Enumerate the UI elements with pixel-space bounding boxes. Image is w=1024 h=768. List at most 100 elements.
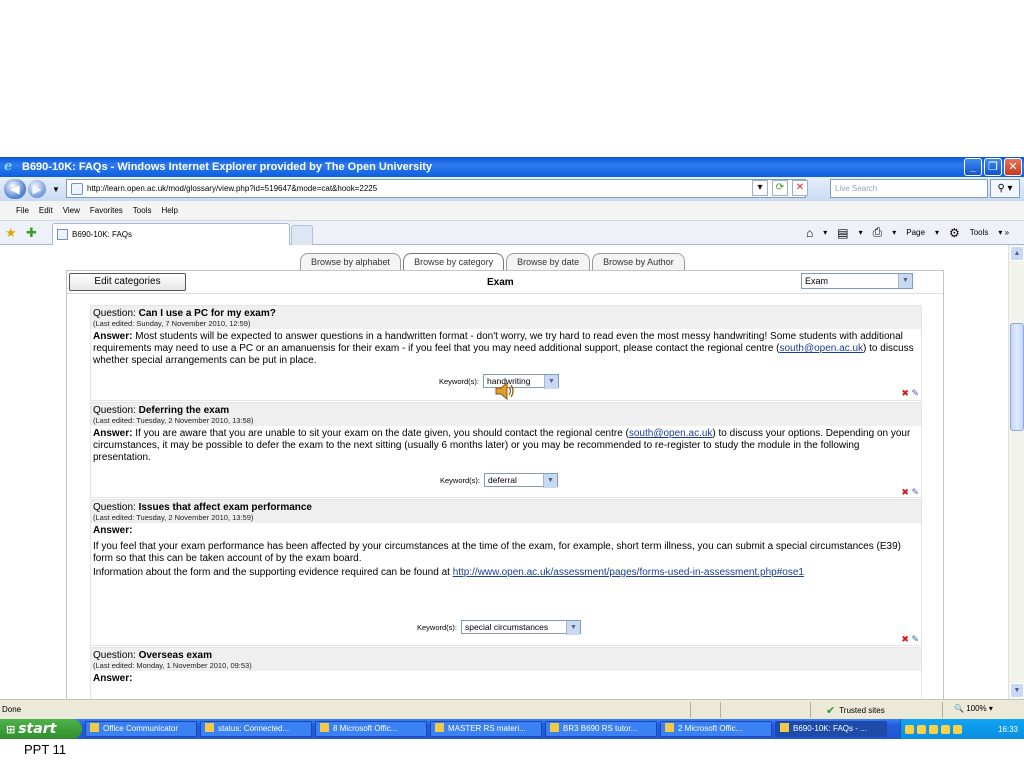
last-edited: (Last edited: Tuesday, 2 November 2010, … [93,416,254,425]
status-text: Done [2,705,22,714]
menu-file[interactable]: File [16,206,29,215]
keyword-label: Keyword(s): [417,622,458,632]
assessment-link[interactable]: http://www.open.ac.uk/assessment/pages/f… [453,567,804,578]
system-tray: 16:33 [900,719,1024,739]
favorites-star-icon[interactable]: ★ [5,225,17,241]
close-button[interactable]: ✕ [1004,158,1022,176]
forward-button[interactable]: ▶ [28,180,46,198]
glossary-entry: Question: Issues that affect exam perfor… [90,499,922,646]
vertical-scrollbar[interactable]: ▲ ▼ [1008,245,1024,699]
keyword-label: Keyword(s): [440,475,481,485]
ie-logo-icon: e [4,159,13,174]
chevron-down-icon: ▼ [544,375,559,389]
menu-view[interactable]: View [63,206,80,215]
tab-browse-author[interactable]: Browse by Author [592,253,685,270]
zoom-level[interactable]: 🔍 100% ▾ [954,704,993,713]
start-button[interactable]: ⊞ start [0,719,82,739]
scroll-thumb[interactable] [1010,323,1024,431]
glossary-panel: Edit categories Exam Exam ▼ Question: Ca… [66,270,944,699]
question-title: Can I use a PC for my exam? [138,308,276,319]
add-favorite-icon[interactable]: ✚ [26,225,37,241]
taskbar-item[interactable]: status: Connected... [200,721,312,737]
tab-title: B690-10K: FAQs [72,230,133,239]
last-edited: (Last edited: Monday, 1 November 2010, 0… [93,661,252,670]
refresh-icon[interactable]: ⟳ [772,180,788,196]
edit-icon[interactable]: ✎ [911,634,919,644]
page-icon [57,229,68,240]
browser-window: e B690-10K: FAQs - Windows Internet Expl… [0,157,1024,739]
minimize-button[interactable]: _ [964,158,982,176]
windows-logo-icon: ⊞ [6,723,16,736]
window-title: B690-10K: FAQs - Windows Internet Explor… [22,161,433,173]
question-title: Overseas exam [138,650,212,661]
page-icon [71,182,83,195]
tray-icon[interactable] [929,724,938,734]
home-icon[interactable]: ⌂ [806,226,813,240]
edit-icon[interactable]: ✎ [911,388,919,398]
new-tab-button[interactable] [291,225,313,245]
delete-icon[interactable]: ✖ [901,487,909,497]
edit-icon[interactable]: ✎ [911,487,919,497]
answer-text: Answer: Most students will be expected t… [93,331,914,366]
taskbar-item[interactable]: Office Communicator [85,721,197,737]
stop-icon[interactable]: ✕ [792,180,808,196]
email-link[interactable]: south@open.ac.uk [629,428,713,439]
page-content: Browse by alphabet Browse by category Br… [0,245,1008,699]
keyword-label: Keyword(s): [439,376,480,386]
restore-button[interactable]: ❐ [984,158,1002,176]
tab-browse-date[interactable]: Browse by date [506,253,591,270]
feeds-icon[interactable]: ▤ [837,226,848,240]
edit-categories-button[interactable]: Edit categories [69,273,186,291]
url-text: http://learn.open.ac.uk/mod/glossary/vie… [87,184,378,193]
title-bar[interactable]: e B690-10K: FAQs - Windows Internet Expl… [0,157,1024,177]
taskbar-item[interactable]: 8 Microsoft Offic... [315,721,427,737]
delete-icon[interactable]: ✖ [901,388,909,398]
rss-icon[interactable]: ▾ [752,180,768,196]
security-zone[interactable]: ✔ Trusted sites [826,704,885,717]
tray-icon[interactable] [941,724,950,734]
menu-edit[interactable]: Edit [39,206,53,215]
chevron-down-icon: ▼ [566,621,581,635]
browse-tabs: Browse by alphabet Browse by category Br… [300,253,685,270]
question-title: Issues that affect exam performance [138,502,312,513]
taskbar-item[interactable]: BR3 B690 RS tutor... [545,721,657,737]
taskbar: ⊞ start Office Communicator status: Conne… [0,719,1024,739]
scroll-down-icon[interactable]: ▼ [1010,683,1024,698]
menu-favorites[interactable]: Favorites [90,206,123,215]
print-icon[interactable]: ⎙ [873,225,883,240]
search-input[interactable]: Live Search [830,179,988,198]
status-bar: Done ✔ Trusted sites 🔍 100% ▾ [0,699,1024,719]
last-edited: (Last edited: Tuesday, 2 November 2010, … [93,513,254,522]
last-edited: (Last edited: Sunday, 7 November 2010, 1… [93,319,251,328]
url-input[interactable]: http://learn.open.ac.uk/mod/glossary/vie… [66,179,806,198]
scroll-up-icon[interactable]: ▲ [1010,246,1024,261]
category-select[interactable]: Exam ▼ [801,273,913,289]
menu-tools[interactable]: Tools [133,206,152,215]
back-button[interactable]: ◀ [4,179,26,199]
question-title: Deferring the exam [138,405,230,416]
menu-help[interactable]: Help [161,206,177,215]
speaker-icon[interactable] [494,381,516,401]
menu-bar: File Edit View Favorites Tools Help [0,201,1024,221]
tray-icon[interactable] [905,724,914,734]
keyword-select[interactable]: deferral ▼ [484,473,559,488]
tools-menu[interactable]: Tools [970,228,989,237]
email-link[interactable]: south@open.ac.uk [780,343,864,354]
tab-browse-category[interactable]: Browse by category [403,253,505,270]
chevron-down-icon: ▼ [898,274,912,288]
search-icon[interactable]: ⚲ ▾ [990,179,1020,198]
divider [67,293,943,294]
page-menu[interactable]: Page [906,228,925,237]
tab-browse-alphabet[interactable]: Browse by alphabet [300,253,402,270]
delete-icon[interactable]: ✖ [901,634,909,644]
taskbar-item[interactable]: MASTER RS materi... [430,721,542,737]
tray-icon[interactable] [953,724,962,734]
tray-icon[interactable] [917,724,926,734]
tab-faqs[interactable]: B690-10K: FAQs [52,223,290,245]
history-dropdown-icon[interactable]: ▼ [52,185,60,194]
keyword-select[interactable]: special circumstances ▼ [461,620,582,635]
taskbar-item-active[interactable]: B690-10K: FAQs - ... [775,721,887,737]
gear-icon: ⚙ [948,225,960,240]
taskbar-item[interactable]: 2 Microsoft Offic... [660,721,772,737]
chevron-down-icon: ▼ [543,474,558,488]
